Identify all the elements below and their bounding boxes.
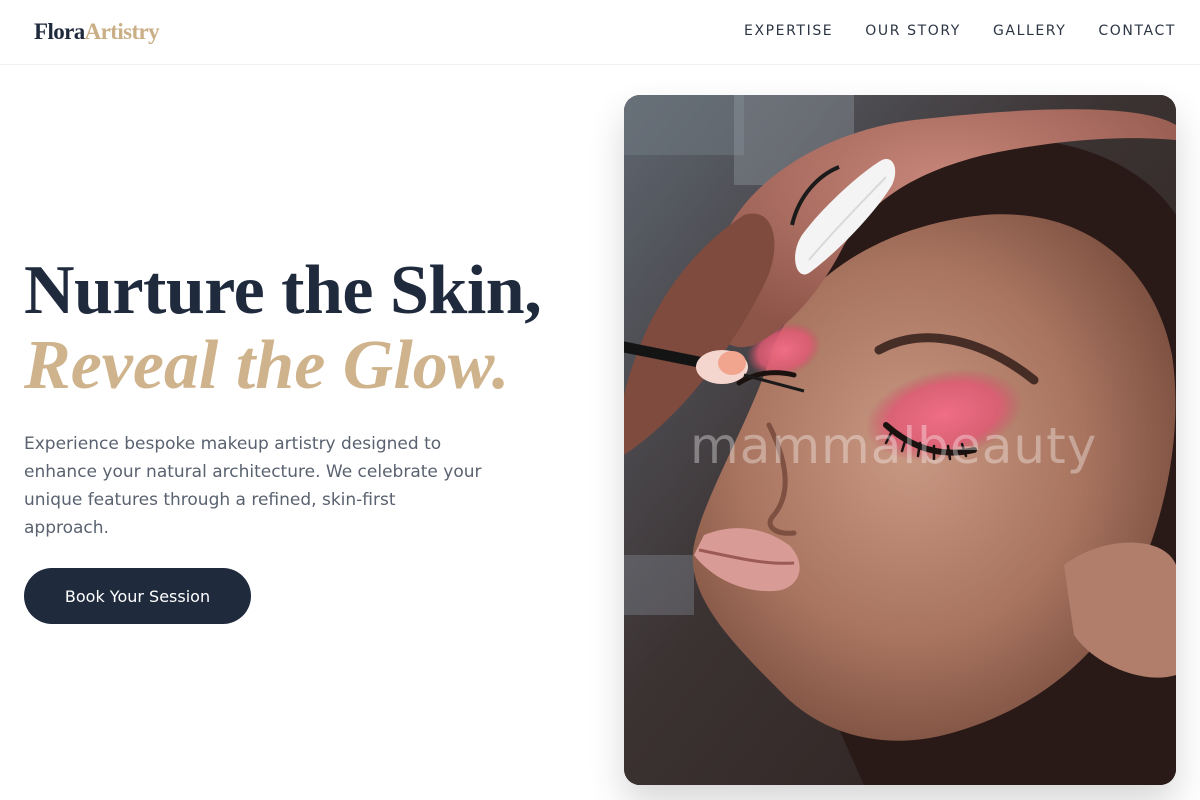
- hero-heading-line1: Nurture the Skin,: [24, 252, 542, 329]
- hero-heading-line2: Reveal the Glow.: [24, 327, 510, 404]
- brand-name-accent: Artistry: [84, 19, 160, 44]
- brand-name-primary: Flora: [34, 19, 85, 44]
- main-navigation: EXPERTISE OUR STORY GALLERY CONTACT: [744, 20, 1176, 42]
- hero-intro-text: Experience bespoke makeup artistry desig…: [24, 434, 482, 538]
- book-session-button[interactable]: Book Your Session: [24, 568, 251, 624]
- hero-heading: Nurture the Skin, Reveal the Glow.: [24, 252, 584, 402]
- hero-photo: mammalbeauty: [624, 95, 1176, 785]
- hero-section: Nurture the Skin, Reveal the Glow. Exper…: [24, 252, 584, 542]
- nav-link-contact[interactable]: CONTACT: [1098, 20, 1176, 42]
- site-header: FloraArtistry EXPERTISE OUR STORY GALLER…: [0, 0, 1200, 65]
- nav-link-expertise[interactable]: EXPERTISE: [744, 20, 833, 42]
- nav-link-our-story[interactable]: OUR STORY: [865, 20, 961, 42]
- makeup-application-photo: [624, 95, 1176, 785]
- nav-link-gallery[interactable]: GALLERY: [993, 20, 1066, 42]
- brand-logo[interactable]: FloraArtistry: [34, 18, 160, 46]
